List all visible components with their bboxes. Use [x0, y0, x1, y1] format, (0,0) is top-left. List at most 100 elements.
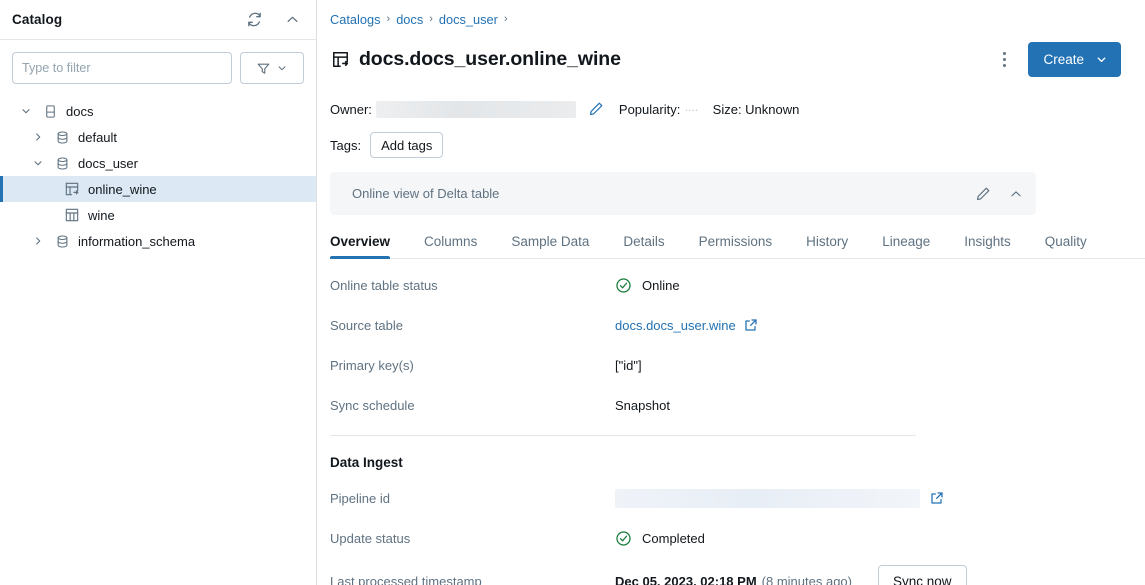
schema-icon [53, 232, 71, 250]
chevron-down-icon [276, 62, 288, 74]
sidebar-header-actions [242, 8, 304, 32]
create-button[interactable]: Create [1028, 42, 1121, 77]
tree-item-label: docs [66, 104, 93, 119]
row-value: Snapshot [615, 398, 670, 413]
chevron-right-icon[interactable] [30, 233, 46, 249]
schema-icon [53, 128, 71, 146]
timestamp-relative: (8 minutes ago) [762, 574, 852, 585]
tab-overview[interactable]: Overview [330, 234, 390, 258]
row-sync-schedule: Sync schedule Snapshot [330, 385, 1121, 425]
funnel-icon [256, 61, 271, 76]
tab-sample-data[interactable]: Sample Data [511, 234, 589, 258]
owner-value [376, 101, 576, 118]
row-value: docs.docs_user.wine [615, 317, 759, 333]
chevron-right-icon: › [429, 13, 433, 25]
create-button-label: Create [1043, 52, 1084, 67]
row-value: ["id"] [615, 358, 642, 373]
check-circle-icon [615, 277, 632, 294]
online-table-icon [330, 50, 350, 70]
row-value: Completed [615, 530, 705, 547]
row-last-processed-timestamp: Last processed timestamp Dec 05, 2023, 0… [330, 558, 1121, 585]
tree-item-docs[interactable]: docs [0, 98, 316, 124]
pipeline-id-value [615, 489, 920, 508]
owner-label: Owner: [330, 102, 372, 117]
sidebar-item-online-wine[interactable]: online_wine [0, 176, 316, 202]
row-label: Source table [330, 318, 615, 333]
external-link-icon[interactable] [929, 490, 945, 506]
tree-item-information-schema[interactable]: information_schema [0, 228, 316, 254]
chevron-right-icon[interactable] [30, 129, 46, 145]
description-actions [975, 186, 1023, 202]
overview-panel: Online table status Online Source table … [330, 265, 1121, 585]
chevron-down-icon[interactable] [30, 155, 46, 171]
tab-permissions[interactable]: Permissions [699, 234, 773, 258]
pencil-icon[interactable] [975, 186, 991, 202]
catalog-sidebar: Catalog [0, 0, 317, 585]
tab-lineage[interactable]: Lineage [882, 234, 930, 258]
chevron-down-icon [1095, 53, 1108, 66]
page-actions: Create [992, 42, 1121, 77]
tree-item-default[interactable]: default [0, 124, 316, 150]
tags-row: Tags: Add tags [330, 132, 1121, 158]
tab-quality[interactable]: Quality [1045, 234, 1087, 258]
sidebar-filter-row [0, 40, 316, 92]
breadcrumb-item-docs-user[interactable]: docs_user [439, 12, 498, 27]
popularity-value: ···· [684, 102, 697, 117]
chevron-right-icon: › [387, 13, 391, 25]
row-label: Update status [330, 531, 615, 546]
filter-button[interactable] [240, 52, 304, 84]
refresh-icon[interactable] [242, 8, 266, 32]
source-table-link[interactable]: docs.docs_user.wine [615, 318, 736, 333]
external-link-icon[interactable] [743, 317, 759, 333]
breadcrumb-item-docs[interactable]: docs [396, 12, 423, 27]
sidebar-item-wine[interactable]: wine [0, 202, 316, 228]
row-label: Pipeline id [330, 491, 615, 506]
tags-label: Tags: [330, 138, 361, 153]
tab-bar: Overview Columns Sample Data Details Per… [330, 227, 1145, 259]
catalog-icon [41, 102, 59, 120]
row-label: Online table status [330, 278, 615, 293]
sync-now-button[interactable]: Sync now [878, 565, 967, 585]
tab-columns[interactable]: Columns [424, 234, 477, 258]
tab-history[interactable]: History [806, 234, 848, 258]
row-online-table-status: Online table status Online [330, 265, 1121, 305]
chevron-up-icon[interactable] [280, 8, 304, 32]
catalog-tree: docs default [0, 92, 316, 254]
tree-item-label: information_schema [78, 234, 195, 249]
breadcrumb-item-catalogs[interactable]: Catalogs [330, 12, 381, 27]
metadata-row: Owner: Popularity: ···· Size: Unknown [330, 98, 1121, 120]
size-label: Size: Unknown [713, 102, 800, 117]
section-title-data-ingest: Data Ingest [330, 455, 1121, 470]
row-primary-keys: Primary key(s) ["id"] [330, 345, 1121, 385]
page-title-row: docs.docs_user.online_wine Create [330, 35, 1121, 84]
page-title: docs.docs_user.online_wine [359, 48, 621, 71]
tab-details[interactable]: Details [623, 234, 664, 258]
chevron-up-icon[interactable] [1009, 187, 1023, 201]
add-tags-button[interactable]: Add tags [370, 132, 443, 158]
search-input[interactable] [12, 52, 232, 84]
row-label: Last processed timestamp [330, 574, 615, 585]
row-value [615, 489, 945, 508]
row-update-status: Update status Completed [330, 518, 1121, 558]
row-value: Dec 05, 2023, 02:18 PM (8 minutes ago) S… [615, 565, 967, 585]
pencil-icon[interactable] [588, 101, 604, 117]
main-content: Catalogs › docs › docs_user › docs.docs_… [317, 0, 1145, 585]
table-icon [63, 206, 81, 224]
row-pipeline-id: Pipeline id [330, 478, 1121, 518]
schema-icon [53, 154, 71, 172]
tree-item-docs-user[interactable]: docs_user [0, 150, 316, 176]
chevron-down-icon[interactable] [18, 103, 34, 119]
tab-insights[interactable]: Insights [964, 234, 1011, 258]
tree-item-label: online_wine [88, 182, 157, 197]
status-badge: Completed [642, 531, 705, 546]
timestamp-value: Dec 05, 2023, 02:18 PM [615, 574, 757, 585]
online-table-icon [63, 180, 81, 198]
description-box: Online view of Delta table [330, 172, 1036, 215]
section-divider [330, 435, 916, 436]
sidebar-title: Catalog [12, 12, 62, 27]
app-root: Catalog [0, 0, 1145, 585]
popularity-label: Popularity: [619, 102, 680, 117]
more-vertical-icon[interactable] [992, 47, 1016, 73]
description-text: Online view of Delta table [352, 186, 499, 201]
row-label: Primary key(s) [330, 358, 615, 373]
